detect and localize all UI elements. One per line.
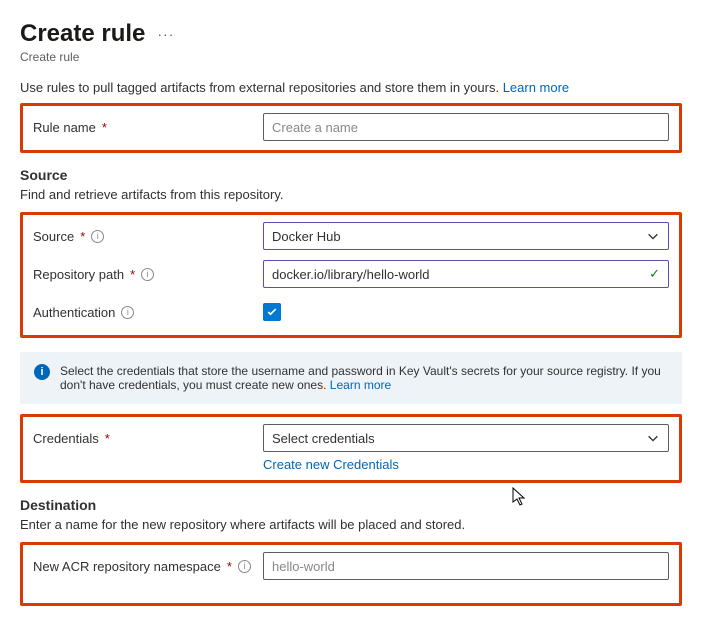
destination-section-desc: Enter a name for the new repository wher… bbox=[20, 517, 682, 532]
rule-name-label: Rule name bbox=[33, 120, 96, 135]
source-section-title: Source bbox=[20, 167, 682, 183]
required-asterisk: * bbox=[227, 559, 232, 574]
info-icon[interactable]: i bbox=[91, 230, 104, 243]
auth-checkbox[interactable] bbox=[263, 303, 281, 321]
required-asterisk: * bbox=[105, 431, 110, 446]
required-asterisk: * bbox=[80, 229, 85, 244]
info-banner: i Select the credentials that store the … bbox=[20, 352, 682, 404]
destination-section-title: Destination bbox=[20, 497, 682, 513]
overflow-menu-icon[interactable]: ··· bbox=[157, 26, 174, 42]
repo-path-value: docker.io/library/hello-world bbox=[272, 267, 430, 282]
chevron-down-icon bbox=[646, 431, 660, 445]
auth-label: Authentication bbox=[33, 305, 115, 320]
intro-text-body: Use rules to pull tagged artifacts from … bbox=[20, 80, 499, 95]
namespace-input[interactable] bbox=[263, 552, 669, 580]
info-icon[interactable]: i bbox=[141, 268, 154, 281]
credentials-select[interactable]: Select credentials bbox=[263, 424, 669, 452]
source-section-desc: Find and retrieve artifacts from this re… bbox=[20, 187, 682, 202]
create-credentials-link[interactable]: Create new Credentials bbox=[263, 457, 399, 472]
info-icon[interactable]: i bbox=[121, 306, 134, 319]
page-header: Create rule ··· Create rule bbox=[20, 20, 682, 64]
breadcrumb: Create rule bbox=[20, 50, 682, 64]
required-asterisk: * bbox=[102, 120, 107, 135]
required-asterisk: * bbox=[130, 267, 135, 282]
source-select[interactable]: Docker Hub bbox=[263, 222, 669, 250]
highlight-box-destination: New ACR repository namespace * i bbox=[20, 542, 682, 606]
source-label: Source bbox=[33, 229, 74, 244]
credentials-label: Credentials bbox=[33, 431, 99, 446]
credentials-select-value: Select credentials bbox=[272, 431, 375, 446]
intro-text: Use rules to pull tagged artifacts from … bbox=[20, 80, 682, 95]
highlight-box-source: Source * i Docker Hub Repository path * … bbox=[20, 212, 682, 338]
page-title: Create rule bbox=[20, 20, 145, 48]
chevron-down-icon bbox=[646, 229, 660, 243]
highlight-box-rule-name: Rule name * bbox=[20, 103, 682, 153]
checkmark-icon bbox=[266, 306, 278, 318]
learn-more-link[interactable]: Learn more bbox=[503, 80, 569, 95]
source-select-value: Docker Hub bbox=[272, 229, 341, 244]
checkmark-icon: ✓ bbox=[649, 266, 660, 282]
rule-name-input[interactable] bbox=[263, 113, 669, 141]
info-icon[interactable]: i bbox=[238, 560, 251, 573]
namespace-label: New ACR repository namespace bbox=[33, 559, 221, 574]
info-icon: i bbox=[34, 364, 50, 380]
info-banner-learn-more-link[interactable]: Learn more bbox=[330, 378, 391, 392]
highlight-box-credentials: Credentials * Select credentials Create … bbox=[20, 414, 682, 483]
repo-path-input[interactable]: docker.io/library/hello-world ✓ bbox=[263, 260, 669, 288]
repo-path-label: Repository path bbox=[33, 267, 124, 282]
